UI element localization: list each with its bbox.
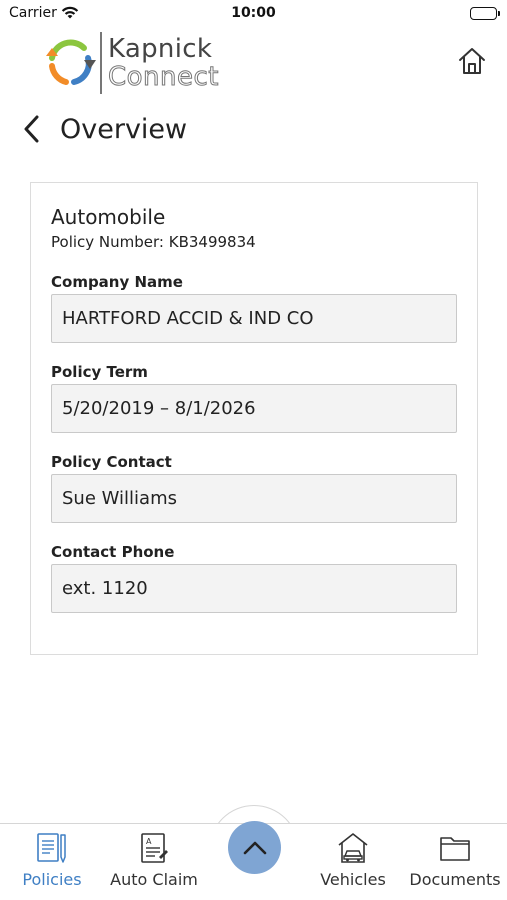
tab-label: Vehicles	[320, 870, 386, 889]
chevron-up-icon	[243, 841, 266, 854]
field-company-name: Company Name HARTFORD ACCID & IND CO	[51, 273, 457, 343]
vehicles-icon	[338, 833, 368, 863]
field-label: Policy Contact	[51, 453, 172, 471]
documents-icon	[440, 837, 470, 861]
logo-text-kapnick: Kapnick	[108, 34, 213, 64]
home-button[interactable]	[455, 44, 489, 78]
policy-type: Automobile	[51, 205, 166, 229]
tab-auto-claim[interactable]: A Auto Claim	[104, 824, 204, 900]
policy-term-value: 5/20/2019 – 8/1/2026	[51, 384, 457, 433]
policy-contact-value: Sue Williams	[51, 474, 457, 523]
status-bar: Carrier 10:00	[0, 0, 507, 28]
page-title-row: Overview	[22, 108, 187, 150]
logo-divider	[100, 32, 102, 94]
field-label: Contact Phone	[51, 543, 175, 561]
field-contact-phone: Contact Phone ext. 1120	[51, 543, 457, 613]
policy-number: Policy Number: KB3499834	[51, 233, 256, 251]
menu-expand-button[interactable]	[228, 821, 281, 874]
app-header: Kapnick Connect	[0, 28, 507, 100]
logo-mark-icon	[46, 39, 96, 85]
field-policy-contact: Policy Contact Sue Williams	[51, 453, 457, 523]
tab-label: Documents	[409, 870, 501, 889]
policies-icon	[37, 833, 66, 863]
contact-phone-value[interactable]: ext. 1120	[51, 564, 457, 613]
page-title: Overview	[60, 113, 188, 145]
tab-vehicles[interactable]: Vehicles	[313, 824, 393, 900]
tab-label: Policies	[22, 870, 82, 889]
tab-label: Auto Claim	[110, 870, 198, 889]
company-name-value: HARTFORD ACCID & IND CO	[51, 294, 457, 343]
tab-documents[interactable]: Documents	[405, 824, 505, 900]
chevron-left-icon	[24, 115, 39, 143]
kapnick-connect-logo: Kapnick Connect	[44, 30, 219, 96]
svg-text:A: A	[146, 837, 152, 846]
home-icon	[459, 48, 485, 74]
field-label: Company Name	[51, 273, 183, 291]
field-label: Policy Term	[51, 363, 148, 381]
tab-policies[interactable]: Policies	[12, 824, 92, 900]
logo-text-connect: Connect	[107, 62, 220, 92]
policy-card: Automobile Policy Number: KB3499834 Comp…	[30, 182, 478, 655]
clock: 10:00	[231, 5, 276, 21]
battery-icon	[470, 7, 500, 20]
field-policy-term: Policy Term 5/20/2019 – 8/1/2026	[51, 363, 457, 433]
back-button[interactable]	[22, 112, 46, 146]
auto-claim-icon: A	[141, 833, 168, 863]
